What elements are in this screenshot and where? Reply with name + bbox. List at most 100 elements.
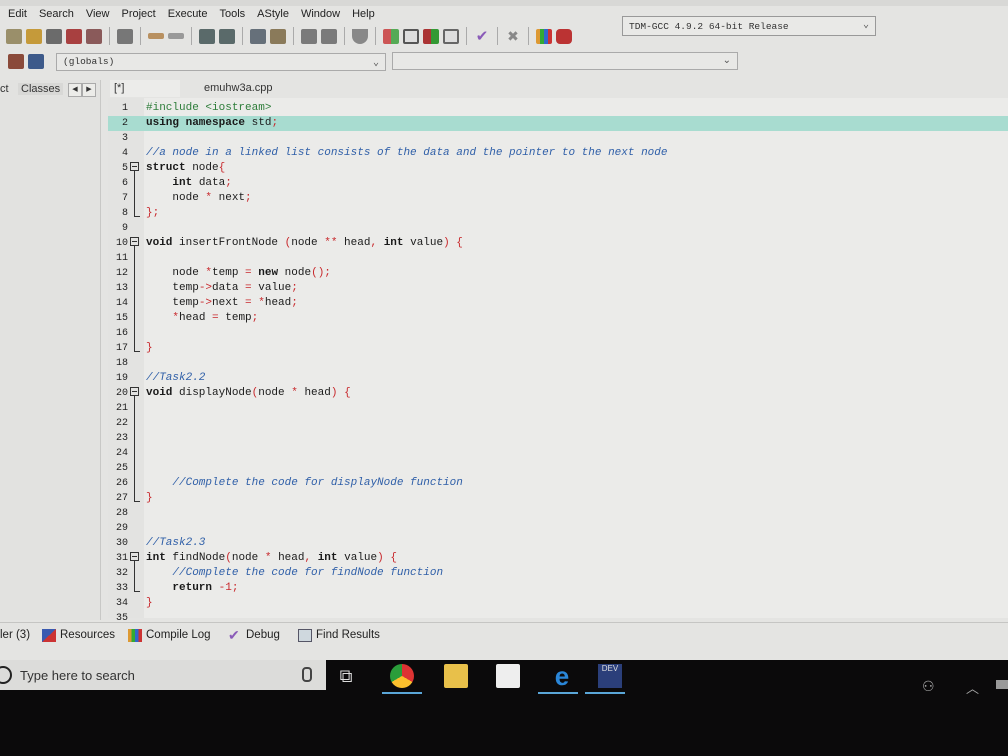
fold-toggle-icon[interactable] — [130, 387, 139, 396]
close-all-icon[interactable] — [86, 28, 102, 44]
code-line[interactable]: 15 *head = temp; — [108, 311, 1008, 326]
delete-profile-icon[interactable] — [556, 28, 572, 44]
code-line[interactable]: 11 — [108, 251, 1008, 266]
undo-icon[interactable] — [148, 33, 164, 39]
code-line[interactable]: 3 — [108, 131, 1008, 146]
task-view-icon[interactable]: ⧉ — [334, 664, 358, 688]
insert-icon[interactable] — [28, 54, 44, 69]
code-line[interactable]: 34} — [108, 596, 1008, 611]
new-class-icon[interactable] — [8, 54, 24, 69]
menu-search[interactable]: Search — [39, 8, 74, 20]
code-editor[interactable]: 1 #include <iostream> 2 using namespace std… — [108, 98, 1008, 624]
tab-resources[interactable]: Resources — [42, 626, 115, 644]
profile-icon[interactable] — [536, 28, 552, 44]
save-all-icon[interactable] — [46, 28, 62, 44]
bookmark-forward-icon[interactable] — [321, 28, 337, 44]
microphone-icon[interactable] — [302, 667, 312, 682]
code-line[interactable]: 14 temp->next = *head; — [108, 296, 1008, 311]
save-icon[interactable] — [26, 28, 42, 44]
code-line[interactable]: 27} — [108, 491, 1008, 506]
devcpp-icon[interactable]: DEV — [598, 664, 622, 688]
code-line[interactable]: 7 node * next; — [108, 191, 1008, 206]
code-line[interactable]: 13 temp->data = value; — [108, 281, 1008, 296]
code-line[interactable]: 33 return -1; — [108, 581, 1008, 596]
code-line[interactable]: 23 — [108, 431, 1008, 446]
rebuild-icon[interactable] — [443, 28, 459, 44]
code-line[interactable]: 1 #include <iostream> — [108, 101, 1008, 116]
compiler-select-value: TDM-GCC 4.9.2 64-bit Release — [629, 20, 789, 32]
file-tab-emuhw3[interactable]: [*] emuhw3.cpp — [110, 80, 181, 111]
unindent-icon[interactable] — [270, 28, 286, 44]
line-number: 21 — [115, 403, 128, 414]
fold-toggle-icon[interactable] — [130, 552, 139, 561]
code-line[interactable]: 22 — [108, 416, 1008, 431]
people-icon[interactable]: ⚇ — [922, 678, 935, 695]
file-tab-emuhw3a[interactable]: emuhw3a.cpp — [200, 80, 277, 97]
code-line[interactable]: 24 — [108, 446, 1008, 461]
code-line[interactable]: 9 — [108, 221, 1008, 236]
tab-project[interactable]: ct — [0, 83, 9, 95]
menu-view[interactable]: View — [86, 8, 110, 20]
menu-astyle[interactable]: AStyle — [257, 8, 289, 20]
code-line[interactable]: 19 //Task2.2 — [108, 371, 1008, 386]
close-icon[interactable] — [66, 28, 82, 44]
taskbar-search-box[interactable]: Type here to search — [0, 660, 326, 690]
tab-compiler[interactable]: ler (3) — [0, 626, 30, 644]
code-line[interactable]: 32 //Complete the code for findNode func… — [108, 566, 1008, 581]
find-icon[interactable] — [199, 28, 215, 44]
tab-scroll-right-icon[interactable]: ▶ — [82, 83, 96, 97]
code-line[interactable]: 10 void insertFrontNode (node ** head, in… — [108, 236, 1008, 251]
menu-edit[interactable]: Edit — [8, 8, 27, 20]
tab-debug[interactable]: ✔ Debug — [228, 626, 280, 644]
members-select[interactable]: ⌄ — [392, 52, 738, 70]
code-line[interactable]: 26 //Complete the code for displayNode f… — [108, 476, 1008, 491]
menu-help[interactable]: Help — [352, 8, 375, 20]
bookmark-back-icon[interactable] — [301, 28, 317, 44]
chrome-icon[interactable] — [390, 664, 414, 688]
code-line[interactable]: 16 — [108, 326, 1008, 341]
code-line[interactable]: 8}; — [108, 206, 1008, 221]
code-line[interactable]: 17} — [108, 341, 1008, 356]
tab-classes[interactable]: Classes — [18, 83, 64, 95]
chevron-up-icon[interactable]: ︿ — [966, 678, 979, 697]
code-line[interactable]: 12 node *temp = new node(); — [108, 266, 1008, 281]
file-explorer-icon[interactable] — [444, 664, 468, 688]
code-line[interactable]: 28 — [108, 506, 1008, 521]
code-line[interactable]: 2 using namespace std; — [108, 116, 1008, 131]
replace-icon[interactable] — [219, 28, 235, 44]
fold-toggle-icon[interactable] — [130, 162, 139, 171]
code-line[interactable]: 25 — [108, 461, 1008, 476]
code-line[interactable]: 5 struct node{ — [108, 161, 1008, 176]
new-icon[interactable] — [6, 28, 22, 44]
syntax-check-icon[interactable]: ✔ — [474, 29, 490, 44]
compile-icon[interactable] — [383, 28, 399, 44]
network-icon[interactable] — [996, 680, 1008, 689]
code-line[interactable]: 30 //Task2.3 — [108, 536, 1008, 551]
print-icon[interactable] — [117, 28, 133, 44]
code-line[interactable]: 4 //a node in a linked list consists of t… — [108, 146, 1008, 161]
tab-find-results[interactable]: Find Results — [298, 626, 380, 644]
code-line[interactable]: 20 void displayNode(node * head) { — [108, 386, 1008, 401]
indent-icon[interactable] — [250, 28, 266, 44]
run-icon[interactable] — [403, 28, 419, 44]
compiler-select[interactable]: TDM-GCC 4.9.2 64-bit Release ⌄ — [622, 16, 876, 36]
code-line[interactable]: 31 int findNode(node * head, int value) { — [108, 551, 1008, 566]
stop-icon[interactable]: ✖ — [505, 28, 521, 44]
code-line[interactable]: 6 int data; — [108, 176, 1008, 191]
tab-scroll-left-icon[interactable]: ◀ — [68, 83, 82, 97]
edge-icon[interactable]: e — [550, 663, 574, 689]
compile-run-icon[interactable] — [423, 28, 439, 44]
redo-icon[interactable] — [168, 33, 184, 39]
toggle-icon[interactable] — [352, 28, 368, 44]
code-line[interactable]: 18 — [108, 356, 1008, 371]
menu-window[interactable]: Window — [301, 8, 340, 20]
menu-project[interactable]: Project — [121, 8, 155, 20]
store-icon[interactable] — [496, 664, 520, 688]
tab-compile-log[interactable]: Compile Log — [128, 626, 211, 644]
fold-toggle-icon[interactable] — [130, 237, 139, 246]
menu-tools[interactable]: Tools — [219, 8, 245, 20]
globals-select[interactable]: (globals) ⌄ — [56, 53, 386, 71]
menu-execute[interactable]: Execute — [168, 8, 208, 20]
code-line[interactable]: 29 — [108, 521, 1008, 536]
code-line[interactable]: 21 — [108, 401, 1008, 416]
